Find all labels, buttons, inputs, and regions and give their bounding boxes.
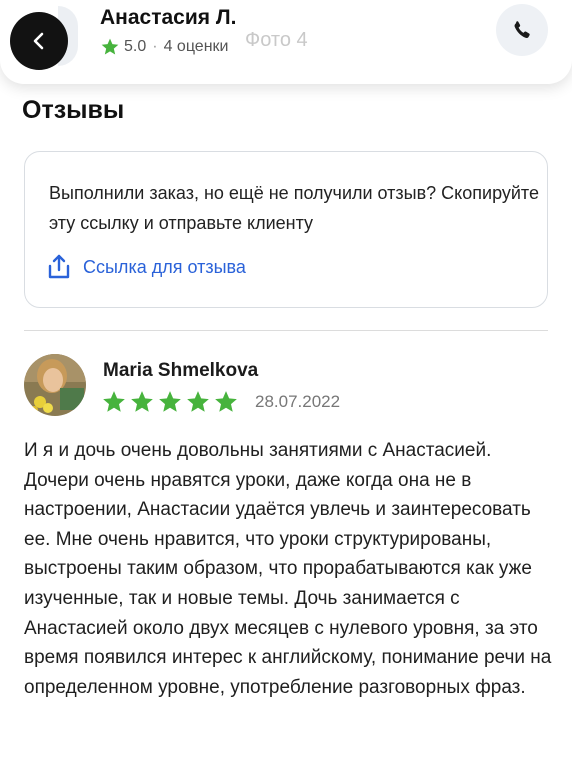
reviewer-avatar (24, 354, 86, 416)
star-icon (131, 391, 153, 412)
bottom-fade (0, 758, 572, 768)
review-link-button[interactable]: Ссылка для отзыва (47, 252, 246, 282)
star-icon (159, 391, 181, 412)
profile-name: Анастасия Л. (100, 6, 237, 29)
phone-icon (514, 21, 530, 39)
reviews-section-title: Отзывы (22, 96, 125, 124)
review-date: 28.07.2022 (255, 392, 341, 411)
phone-button[interactable] (496, 4, 548, 56)
review-request-text: Выполнили заказ, но ещё не получили отзы… (49, 183, 539, 233)
section-divider (24, 330, 548, 331)
rating-value: 5.0 (124, 38, 147, 55)
review-rating: 28.07.2022 (101, 389, 340, 415)
review-request-card: Выполнили заказ, но ещё не получили отзы… (24, 151, 548, 308)
profile-header: Анастасия Л. 5.0 · 4 оценки Фото 4 (0, 0, 572, 84)
reviewer-name: Maria Shmelkova (103, 360, 259, 381)
reviews-count-link[interactable]: 4 оценки (164, 38, 229, 56)
review-text: И я и дочь очень довольны занятиями с Ан… (24, 440, 552, 698)
star-icon (101, 38, 119, 55)
share-icon (48, 254, 70, 279)
star-icon (215, 391, 237, 412)
rating-separator: · (152, 38, 158, 55)
back-button[interactable] (10, 12, 68, 70)
photo-counter-overlay: Фото 4 (245, 29, 308, 51)
star-icon (103, 391, 125, 412)
chevron-left-icon (33, 32, 44, 50)
review-link-label: Ссылка для отзыва (83, 256, 246, 277)
star-icon (187, 391, 209, 412)
profile-rating: 5.0 · 4 оценки (100, 36, 228, 58)
profile-page: Анастасия Л. 5.0 · 4 оценки Фото 4 Отзыв… (0, 0, 572, 768)
